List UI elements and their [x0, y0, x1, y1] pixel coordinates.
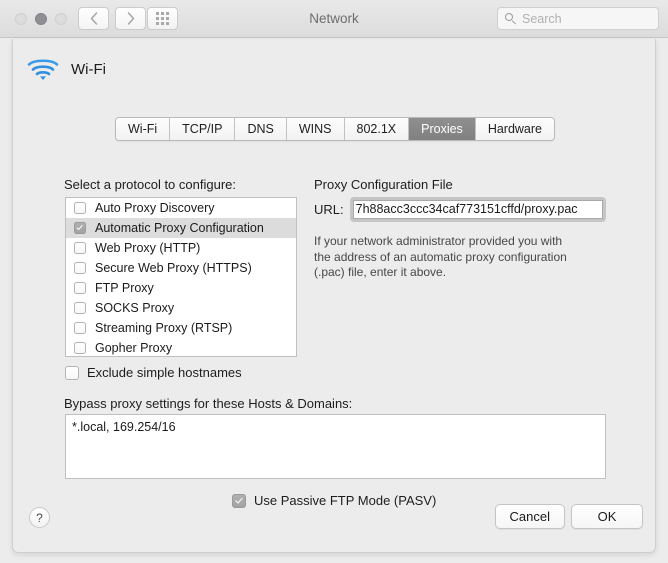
- tab-wins[interactable]: WINS: [286, 118, 345, 140]
- list-item[interactable]: Web Proxy (HTTP): [66, 238, 296, 258]
- tab-bar: Wi-Fi TCP/IP DNS WINS 802.1X Proxies Har…: [13, 117, 657, 141]
- search-icon: [505, 12, 517, 25]
- service-header: Wi-Fi: [26, 56, 106, 82]
- list-item[interactable]: Auto Proxy Discovery: [66, 198, 296, 218]
- list-item[interactable]: FTP Proxy: [66, 278, 296, 298]
- tab-tcpip[interactable]: TCP/IP: [170, 118, 236, 140]
- tab-8021x[interactable]: 802.1X: [344, 118, 410, 140]
- list-item[interactable]: Secure Web Proxy (HTTPS): [66, 258, 296, 278]
- wifi-icon: [27, 59, 59, 80]
- protocol-list-label: Select a protocol to configure:: [64, 177, 236, 192]
- sheet-footer: ? Cancel OK: [13, 492, 657, 552]
- list-item-label: Automatic Proxy Configuration: [95, 221, 264, 235]
- protocol-list[interactable]: Auto Proxy Discovery Automatic Proxy Con…: [65, 197, 297, 357]
- search-placeholder: Search: [522, 11, 562, 26]
- checkbox-ftp-proxy[interactable]: [74, 282, 86, 294]
- ok-button[interactable]: OK: [571, 504, 643, 529]
- list-item[interactable]: Gopher Proxy: [66, 338, 296, 356]
- window-titlebar: Network Search: [0, 0, 668, 38]
- service-name: Wi-Fi: [71, 60, 106, 78]
- list-item-label: SOCKS Proxy: [95, 301, 175, 315]
- list-item-label: Streaming Proxy (RTSP): [95, 321, 233, 335]
- checkbox-socks-proxy[interactable]: [74, 302, 86, 314]
- tab-hardware[interactable]: Hardware: [475, 118, 554, 140]
- proxy-configuration-help-text: If your network administrator provided y…: [314, 234, 567, 279]
- url-label: URL:: [314, 202, 344, 217]
- url-row: URL: 7h88acc3ccc34caf773151cffd/proxy.pa…: [314, 197, 606, 222]
- exclude-simple-hostnames-row[interactable]: Exclude simple hostnames: [65, 365, 242, 380]
- cancel-button[interactable]: Cancel: [494, 504, 565, 529]
- checkbox-auto-proxy-discovery[interactable]: [74, 202, 86, 214]
- list-item-label: Web Proxy (HTTP): [95, 241, 201, 255]
- proxies-settings-sheet: Wi-Fi Wi-Fi TCP/IP DNS WINS 802.1X Proxi…: [12, 39, 656, 553]
- list-item-label: FTP Proxy: [95, 281, 154, 295]
- checkbox-gopher-proxy[interactable]: [74, 342, 86, 354]
- list-item[interactable]: SOCKS Proxy: [66, 298, 296, 318]
- help-button[interactable]: ?: [29, 507, 50, 528]
- checkbox-exclude-simple-hostnames[interactable]: [65, 365, 79, 380]
- list-item-label: Auto Proxy Discovery: [95, 201, 215, 215]
- list-item-label: Secure Web Proxy (HTTPS): [95, 261, 252, 275]
- tab-proxies[interactable]: Proxies: [409, 118, 476, 140]
- list-item[interactable]: Streaming Proxy (RTSP): [66, 318, 296, 338]
- url-focus-ring: 7h88acc3ccc34caf773151cffd/proxy.pac: [349, 197, 606, 222]
- tab-wifi[interactable]: Wi-Fi: [116, 118, 171, 140]
- proxies-panel: Select a protocol to configure: Auto Pro…: [13, 149, 657, 513]
- checkbox-secure-web-proxy-https[interactable]: [74, 262, 86, 274]
- checkbox-streaming-proxy-rtsp[interactable]: [74, 322, 86, 334]
- url-input[interactable]: 7h88acc3ccc34caf773151cffd/proxy.pac: [352, 200, 603, 219]
- bypass-label: Bypass proxy settings for these Hosts & …: [64, 396, 353, 411]
- search-field[interactable]: Search: [497, 7, 659, 30]
- tab-dns[interactable]: DNS: [235, 118, 287, 140]
- list-item-label: Gopher Proxy: [95, 341, 173, 355]
- list-item[interactable]: Automatic Proxy Configuration: [66, 218, 296, 238]
- bypass-textarea[interactable]: *.local, 169.254/16: [65, 414, 606, 479]
- checkbox-web-proxy-http[interactable]: [74, 242, 86, 254]
- checkbox-automatic-proxy-configuration[interactable]: [74, 222, 86, 234]
- network-preferences-window: Network Search Wi-Fi Wi-Fi TCP/IP DNS WI…: [0, 0, 668, 563]
- exclude-simple-hostnames-label: Exclude simple hostnames: [87, 365, 242, 380]
- proxy-configuration-file-label: Proxy Configuration File: [314, 177, 453, 192]
